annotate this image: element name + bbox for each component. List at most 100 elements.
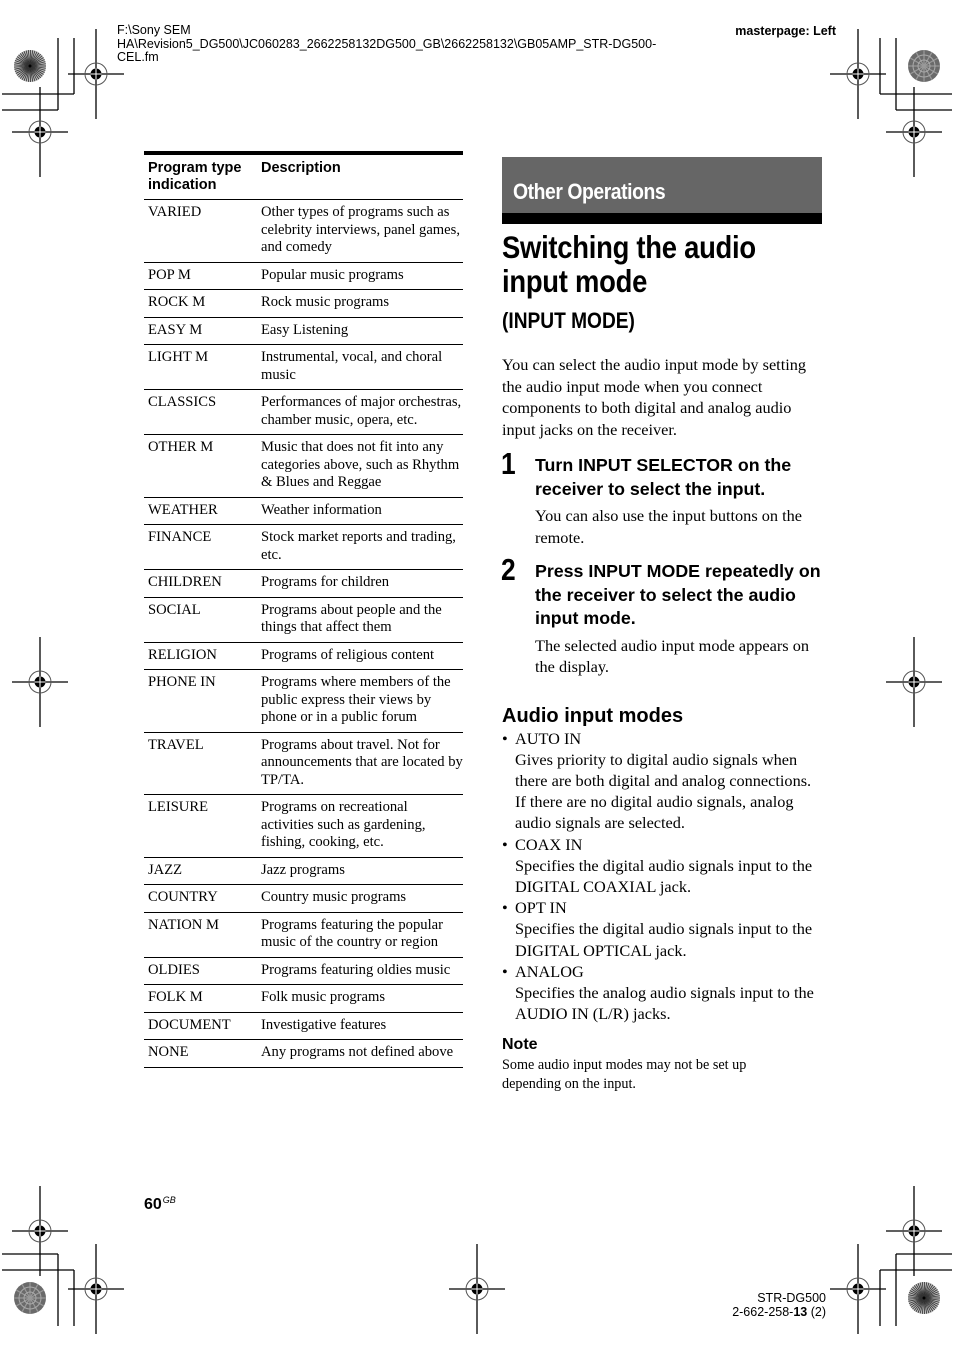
step-body: The selected audio input mode appears on… (535, 635, 809, 677)
part-code-revision: 13 (793, 1305, 808, 1319)
table-header-row: Program type indication Description (144, 151, 463, 200)
crosshair-target-icon (886, 637, 942, 727)
program-type-cell: COUNTRY (144, 884, 257, 913)
table-row: OTHER M Music that does not fit into any … (144, 434, 463, 498)
description-cell: Programs featuring the popular music of … (257, 912, 463, 958)
program-type-cell: LIGHT M (144, 344, 257, 390)
description-cell: Stock market reports and trading, etc. (257, 524, 463, 570)
bullet-icon: • (502, 834, 508, 854)
table-row: OLDIES Programs featuring oldies music (144, 957, 463, 985)
description-cell: Folk music programs (257, 984, 463, 1013)
crosshair-target-icon (12, 87, 68, 177)
program-type-cell: WEATHER (144, 497, 257, 525)
table-row: NATION M Programs featuring the popular m… (144, 912, 463, 958)
color-wheel-icon (14, 1282, 46, 1314)
color-wheel-icon (908, 50, 940, 82)
description-cell: Weather information (257, 497, 463, 525)
file-path-line: F:\Sony SEM (117, 23, 191, 37)
mode-description: Specifies the analog audio signals input… (515, 982, 814, 1024)
step-number: 1 (501, 446, 516, 481)
part-code-prefix: 2-662-258- (732, 1305, 794, 1319)
table-row: COUNTRY Country music programs (144, 884, 463, 913)
note-heading: Note (502, 1036, 538, 1054)
table-row: TRAVEL Programs about travel. Not for ann… (144, 732, 463, 795)
description-cell: Music that does not fit into any categor… (257, 434, 463, 498)
crosshair-target-icon (12, 1186, 68, 1276)
column-header-description: Description (257, 151, 463, 200)
description-cell: Country music programs (257, 884, 463, 913)
part-code: 2-662-258-13 (2) (732, 1305, 826, 1319)
description-cell: Performances of major orchestras, chambe… (257, 389, 463, 435)
step-2: 2 Press INPUT MODE repeatedly on the rec… (501, 552, 822, 678)
table-row: POP M Popular music programs (144, 262, 463, 290)
list-item: • OPT IN Specifies the digital audio signa… (502, 897, 822, 961)
program-type-cell: DOCUMENT (144, 1012, 257, 1040)
program-type-table: Program type indication Description VARI… (144, 151, 463, 1068)
model-info: STR-DG500 2-662-258-13 (2) (732, 1291, 826, 1319)
program-type-cell: OLDIES (144, 957, 257, 985)
column-header-program-type: Program type indication (144, 151, 257, 200)
step-heading: Press INPUT MODE repeatedly on the recei… (535, 561, 821, 628)
step-heading: Turn INPUT SELECTOR on the receiver to s… (535, 455, 792, 499)
audio-input-modes-list: • AUTO IN Gives priority to digital audio … (502, 728, 822, 1025)
table-row: NONE Any programs not defined above (144, 1039, 463, 1068)
description-cell: Popular music programs (257, 262, 463, 290)
table-row: PHONE IN Programs where members of the pu… (144, 669, 463, 733)
bullet-icon: • (502, 961, 508, 981)
description-cell: Programs about people and the things tha… (257, 597, 463, 643)
step-body: You can also use the input buttons on th… (535, 506, 802, 547)
program-type-cell: ROCK M (144, 289, 257, 318)
page-number-value: 60 (144, 1196, 162, 1213)
table-row: JAZZ Jazz programs (144, 857, 463, 885)
crosshair-target-icon (830, 29, 886, 119)
program-type-table-body: VARIED Other types of programs such as ce… (144, 199, 463, 1068)
table-row: SOCIAL Programs about people and the thin… (144, 597, 463, 643)
program-type-cell: VARIED (144, 199, 257, 263)
star-target-icon (14, 49, 46, 83)
page-number: 60GB (144, 1195, 176, 1214)
note-body: Some audio input modes may not be set up… (502, 1057, 747, 1092)
table-row: FINANCE Stock market reports and trading,… (144, 524, 463, 570)
list-item: • AUTO IN Gives priority to digital audio … (502, 728, 822, 834)
bullet-icon: • (502, 898, 508, 918)
table-row: CLASSICS Performances of major orchestras… (144, 389, 463, 435)
table-row: LEISURE Programs on recreational activiti… (144, 794, 463, 858)
file-path-line: CEL.fm (117, 50, 159, 64)
table-row: ROCK M Rock music programs (144, 289, 463, 318)
program-type-cell: TRAVEL (144, 732, 257, 795)
description-cell: Programs on recreational activities such… (257, 794, 463, 858)
mode-name: ANALOG (515, 961, 584, 981)
mode-name: AUTO IN (515, 728, 582, 748)
part-code-suffix: (2) (807, 1305, 826, 1319)
file-path-line: HA\Revision5_DG500\JC060283_2662258132DG… (117, 36, 657, 51)
file-path-header: F:\Sony SEM HA\Revision5_DG500\JC060283_… (117, 23, 717, 65)
table-row: FOLK M Folk music programs (144, 984, 463, 1013)
mode-description: Gives priority to digital audio signals … (515, 749, 812, 833)
table-row: VARIED Other types of programs such as ce… (144, 199, 463, 263)
program-type-cell: PHONE IN (144, 669, 257, 733)
masterpage-label: masterpage: Left (735, 24, 836, 38)
bullet-icon: • (502, 728, 508, 748)
table-row: RELIGION Programs of religious content (144, 642, 463, 670)
crosshair-target-icon (886, 1186, 942, 1276)
table-row: LIGHT M Instrumental, vocal, and choral m… (144, 344, 463, 390)
page-subtitle: (INPUT MODE) (502, 308, 635, 333)
description-cell: Programs of religious content (257, 642, 463, 670)
mode-description: Specifies the digital audio signals inpu… (515, 919, 813, 960)
description-cell: Investigative features (257, 1012, 463, 1040)
audio-input-modes-heading: Audio input modes (502, 704, 684, 727)
program-type-cell: OTHER M (144, 434, 257, 498)
description-cell: Instrumental, vocal, and choral music (257, 344, 463, 390)
program-type-cell: FOLK M (144, 984, 257, 1013)
program-type-cell: SOCIAL (144, 597, 257, 643)
list-item: • COAX IN Specifies the digital audio sign… (502, 834, 822, 898)
list-item: • ANALOG Specifies the analog audio signal… (502, 961, 822, 1025)
program-type-cell: POP M (144, 262, 257, 290)
program-type-cell: FINANCE (144, 524, 257, 570)
program-type-cell: NONE (144, 1039, 257, 1068)
step-number: 2 (501, 552, 516, 587)
chapter-banner: Other Operations (502, 157, 822, 213)
mode-name: OPT IN (515, 898, 567, 918)
program-type-cell: CHILDREN (144, 569, 257, 598)
program-type-cell: JAZZ (144, 857, 257, 885)
